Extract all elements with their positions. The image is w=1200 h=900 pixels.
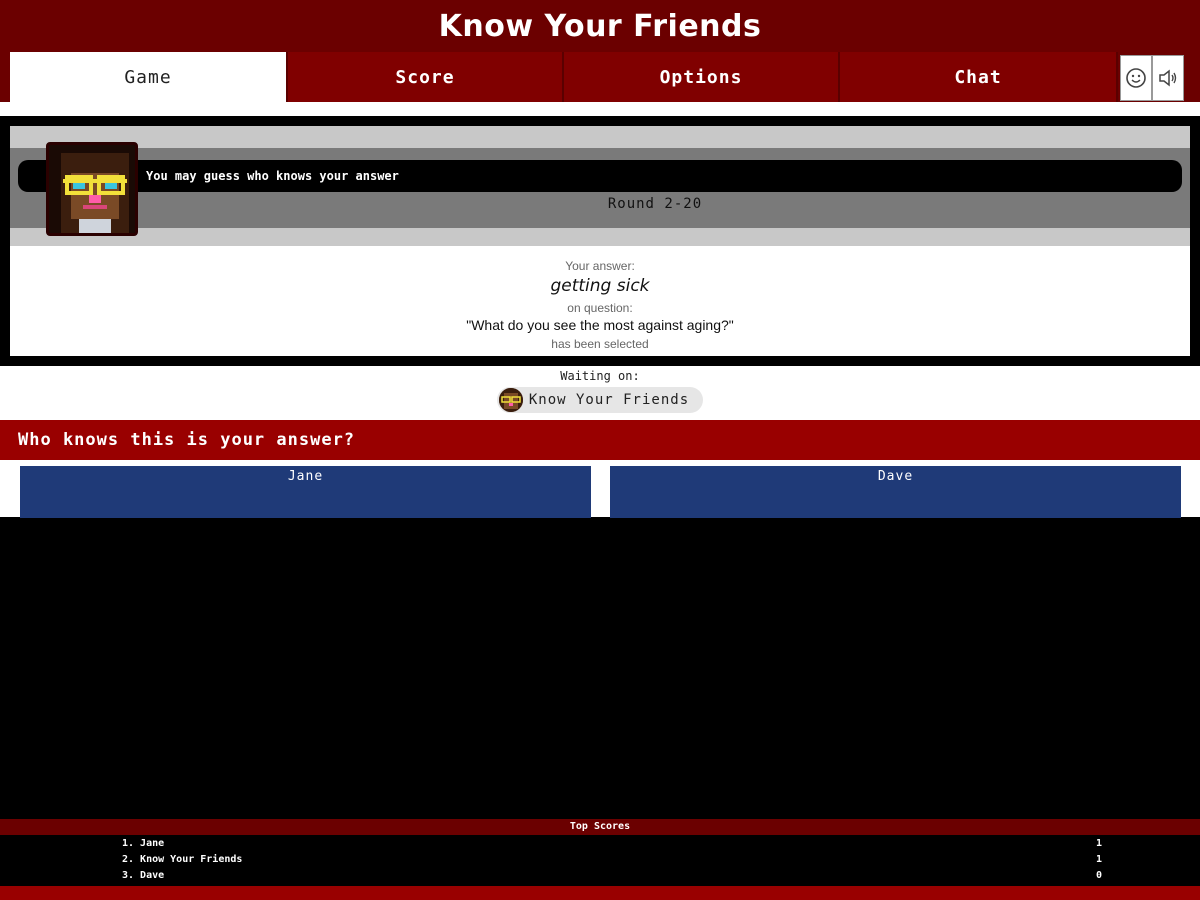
tab-options[interactable]: Options: [564, 52, 840, 102]
smiley-icon: [1126, 68, 1146, 88]
selected-answer: getting sick: [550, 276, 650, 296]
top-scores-list: 1. Jane 1 2. Know Your Friends 1 3. Dave…: [0, 836, 1200, 886]
waiting-player: Know Your Friends: [496, 387, 704, 413]
top-scores-header: Top Scores: [0, 819, 1200, 835]
tab-content-strip: [0, 102, 1200, 116]
waiting-area: Waiting on: Know Your Friends: [0, 366, 1200, 420]
list-item: 2. Know Your Friends 1: [122, 852, 1102, 868]
score-player: 1. Jane: [122, 838, 165, 849]
emoji-button[interactable]: [1120, 55, 1152, 101]
score-value: 1: [1095, 838, 1102, 849]
friend-name: Jane: [287, 469, 324, 484]
question-text: "What do you see the most against aging?…: [466, 317, 734, 333]
answer-label: Your answer:: [565, 259, 635, 273]
avatar: [498, 388, 523, 412]
guess-heading: Who knows this is your answer?: [18, 430, 356, 450]
speaker-icon: [1159, 69, 1177, 87]
pixel-avatar-small-icon: [498, 388, 523, 412]
guess-heading-bar: Who knows this is your answer?: [0, 420, 1200, 460]
sound-button[interactable]: [1152, 55, 1184, 101]
app-title: Know Your Friends: [438, 8, 762, 44]
answer-summary: Your answer: getting sick on question: "…: [22, 250, 1178, 356]
pixel-avatar-icon: [49, 145, 135, 233]
player-avatar: [46, 142, 138, 236]
prompt-text: You may guess who knows your answer: [146, 169, 399, 183]
score-value: 1: [1095, 854, 1102, 865]
title-bar: Know Your Friends: [0, 0, 1200, 52]
friend-card-dave[interactable]: Dave: [610, 466, 1181, 518]
tab-bar: Game Score Options Chat: [0, 52, 1200, 102]
top-scores-title: Top Scores: [569, 821, 631, 832]
round-header: You may guess who knows your answer Roun…: [10, 126, 1190, 246]
prompt-bar: You may guess who knows your answer: [18, 160, 1182, 192]
score-player: 3. Dave: [122, 870, 165, 881]
tab-chat[interactable]: Chat: [840, 52, 1118, 102]
game-panel: You may guess who knows your answer Roun…: [10, 126, 1190, 356]
score-value: 0: [1095, 870, 1102, 881]
friend-name: Dave: [877, 469, 914, 484]
waiting-label: Waiting on:: [560, 369, 640, 383]
round-label: Round 2-20: [607, 196, 703, 212]
list-item: 1. Jane 1: [122, 836, 1102, 852]
friend-card-jane[interactable]: Jane: [20, 466, 591, 518]
selected-label: has been selected: [551, 337, 649, 351]
waiting-player-name: Know Your Friends: [528, 392, 690, 408]
score-player: 2. Know Your Friends: [122, 854, 243, 865]
bottom-bar: [0, 886, 1200, 900]
tab-score[interactable]: Score: [288, 52, 564, 102]
tab-game[interactable]: Game: [10, 52, 288, 102]
question-label: on question:: [567, 301, 633, 315]
list-item: 3. Dave 0: [122, 868, 1102, 884]
